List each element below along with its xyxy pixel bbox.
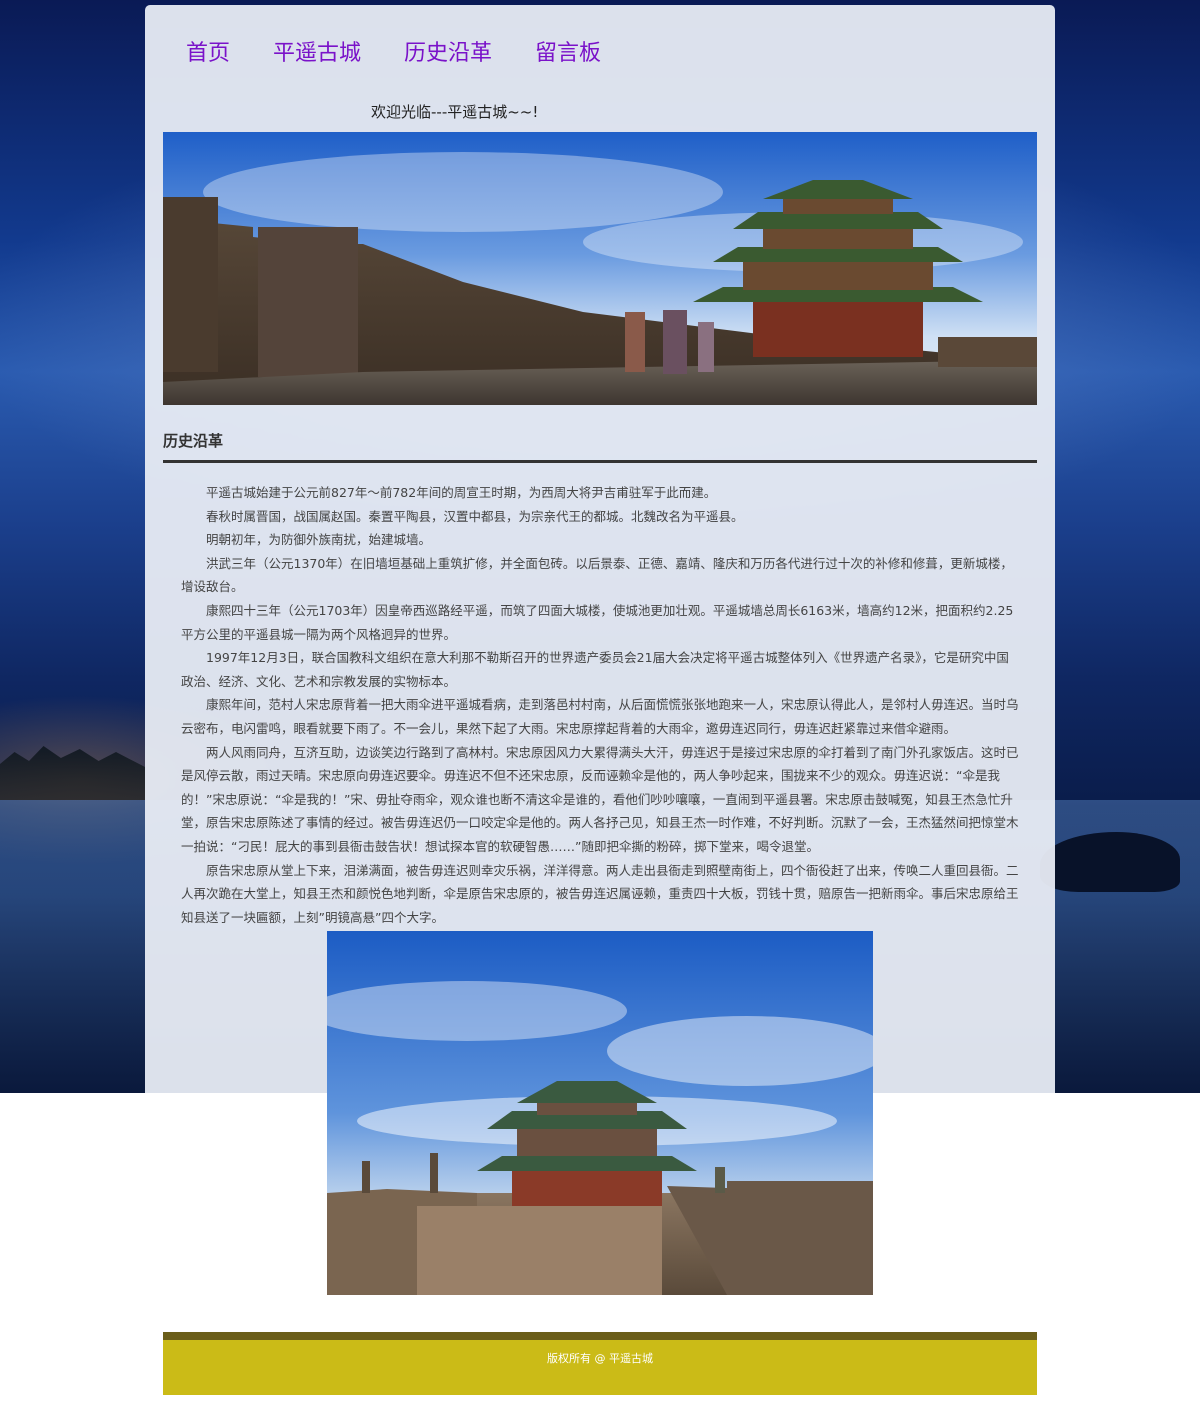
nav-item-history[interactable]: 历史沿革 bbox=[404, 38, 492, 70]
city-gate-tower-image bbox=[327, 931, 873, 1295]
banner-image bbox=[163, 132, 1037, 405]
welcome-text: 欢迎光临---平遥古城~~! bbox=[371, 103, 539, 121]
article-paragraph: 1997年12月3日，联合国教科文组织在意大利那不勒斯召开的世界遗产委员会21届… bbox=[181, 650, 1009, 689]
nav-item-guestbook[interactable]: 留言板 bbox=[535, 38, 601, 70]
nav-item-pingyao-ancient-city[interactable]: 平遥古城 bbox=[273, 38, 361, 70]
city-wall-tower-image bbox=[163, 132, 1037, 405]
background-rock bbox=[1040, 832, 1180, 892]
footer-copyright: 版权所有 @ 平遥古城 bbox=[547, 1352, 653, 1365]
background-palms bbox=[0, 746, 145, 800]
footer-top-bar bbox=[163, 1332, 1037, 1340]
article-paragraph: 春秋时属晋国，战国属赵国。秦置平陶县，汉置中都县，为宗亲代王的都城。北魏改名为平… bbox=[206, 508, 744, 524]
section-divider bbox=[163, 460, 1037, 463]
footer: 版权所有 @ 平遥古城 bbox=[163, 1340, 1037, 1395]
article-paragraph: 康熙年间，范村人宋忠原背着一把大雨伞进平遥城看病，走到落邑村村南，从后面慌慌张张… bbox=[181, 697, 1019, 736]
gate-tower-photo bbox=[327, 931, 873, 1295]
article-paragraph: 两人风雨同舟，互济互助，边谈笑边行路到了高林村。宋忠原因风力大累得满头大汗，毋连… bbox=[181, 744, 1019, 854]
article-paragraph: 康熙四十三年（公元1703年）因皇帝西巡路经平遥，而筑了四面大城楼，使城池更加壮… bbox=[181, 602, 1014, 642]
section-title: 历史沿革 bbox=[163, 432, 224, 450]
article-paragraph: 平遥古城始建于公元前827年～前782年间的周宣王时期，为西周大将尹吉甫驻军于此… bbox=[206, 485, 717, 500]
main-nav: 首页 平遥古城 历史沿革 留言板 bbox=[186, 38, 644, 70]
article-body: 平遥古城始建于公元前827年～前782年间的周宣王时期，为西周大将尹吉甫驻军于此… bbox=[181, 481, 1021, 929]
nav-item-home[interactable]: 首页 bbox=[186, 38, 230, 70]
article-paragraph: 原告宋忠原从堂上下来，泪涕满面，被告毋连迟则幸灾乐祸，洋洋得意。两人走出县衙走到… bbox=[181, 862, 1019, 925]
article-paragraph: 明朝初年，为防御外族南扰，始建城墙。 bbox=[206, 532, 432, 548]
article-paragraph: 洪武三年（公元1370年）在旧墙垣基础上重筑扩修，并全面包砖。以后景泰、正德、嘉… bbox=[181, 555, 1013, 595]
